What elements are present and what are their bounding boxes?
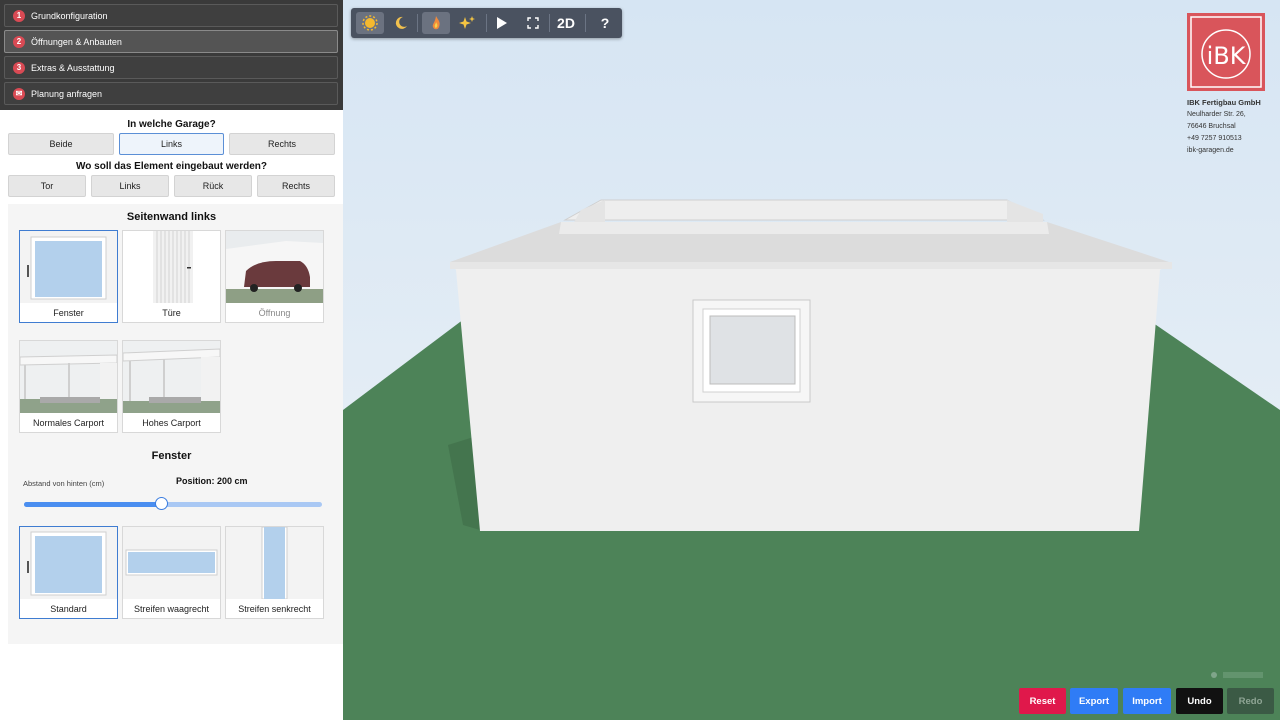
step-label: Planung anfragen bbox=[31, 88, 103, 99]
step-label: Öffnungen & Anbauten bbox=[31, 36, 122, 47]
card-label: Streifen waagrecht bbox=[133, 604, 210, 614]
element-question: Wo soll das Element eingebaut werden? bbox=[76, 161, 267, 172]
toolbar-divider bbox=[486, 14, 487, 32]
company-web[interactable]: ibk-garagen.de bbox=[1187, 147, 1234, 154]
step-number-2: 2 bbox=[13, 35, 25, 48]
step-navigation: 1 Grundkonfiguration 2 Öffnungen & Anbau… bbox=[0, 0, 343, 110]
3d-viewport[interactable] bbox=[343, 0, 1280, 720]
card-label: Öffnung bbox=[258, 308, 291, 318]
step-number-3: 3 bbox=[13, 61, 25, 74]
company-city: 76646 Bruchsal bbox=[1187, 123, 1236, 130]
element-option-tor[interactable]: Tor bbox=[8, 175, 86, 197]
moon-icon[interactable] bbox=[387, 12, 415, 34]
position-slider[interactable] bbox=[24, 497, 322, 510]
import-button[interactable]: Import bbox=[1123, 688, 1171, 714]
position-label: Position: bbox=[176, 476, 215, 486]
company-street: Neulharder Str. 26, bbox=[1187, 111, 1246, 118]
opening-van-thumb bbox=[226, 231, 323, 303]
slider-thumb[interactable] bbox=[155, 497, 169, 510]
garage-question: In welche Garage? bbox=[127, 119, 216, 130]
garage-option-rechts[interactable]: Rechts bbox=[229, 133, 335, 155]
step-grundkonfiguration[interactable]: 1 Grundkonfiguration bbox=[4, 4, 338, 27]
step-oeffnungen-anbauten[interactable]: 2 Öffnungen & Anbauten bbox=[4, 30, 338, 53]
export-button[interactable]: Export bbox=[1070, 688, 1118, 714]
element-option-rueck[interactable]: Rück bbox=[174, 175, 252, 197]
element-card-normales-carport[interactable]: Normales Carport bbox=[19, 340, 118, 433]
high-carport-thumb bbox=[123, 341, 220, 413]
element-card-hohes-carport[interactable]: Hohes Carport bbox=[122, 340, 221, 433]
position-readout: Position: 200 cm bbox=[176, 476, 248, 486]
step-number-1: 1 bbox=[13, 9, 25, 22]
window-type-streifen-senkrecht[interactable]: Streifen senkrecht bbox=[225, 526, 324, 619]
mail-icon: ✉ bbox=[13, 87, 25, 100]
element-option-links[interactable]: Links bbox=[91, 175, 169, 197]
step-planung-anfragen[interactable]: ✉ Planung anfragen bbox=[4, 82, 338, 105]
vertical-strip-thumb bbox=[226, 527, 323, 599]
step-label: Grundkonfiguration bbox=[31, 10, 108, 21]
garage-3d-scene bbox=[343, 0, 1280, 720]
redo-button[interactable]: Redo bbox=[1227, 688, 1274, 714]
sparkle-icon[interactable] bbox=[453, 12, 481, 34]
element-card-fenster[interactable]: Fenster bbox=[19, 230, 118, 323]
card-label: Normales Carport bbox=[32, 418, 105, 428]
view-toolbar: 2D ? bbox=[351, 8, 622, 38]
element-card-tuere[interactable]: Türe bbox=[122, 230, 221, 323]
standard-window-thumb bbox=[20, 527, 117, 599]
2d-view-button[interactable]: 2D bbox=[551, 12, 581, 34]
garage-option-links[interactable]: Links bbox=[119, 133, 224, 155]
door-thumb bbox=[123, 231, 220, 303]
wall-title: Seitenwand links bbox=[126, 211, 217, 223]
toolbar-divider bbox=[585, 14, 586, 32]
step-label: Extras & Ausstattung bbox=[31, 62, 115, 73]
garage-option-beide[interactable]: Beide bbox=[8, 133, 114, 155]
slider-fill bbox=[24, 502, 162, 507]
card-label: Hohes Carport bbox=[142, 418, 201, 428]
sun-icon[interactable] bbox=[356, 12, 384, 34]
toolbar-divider bbox=[549, 14, 550, 32]
window-type-standard[interactable]: Standard bbox=[19, 526, 118, 619]
fullscreen-icon[interactable] bbox=[519, 12, 547, 34]
position-value: 200 cm bbox=[217, 476, 248, 486]
help-button[interactable]: ? bbox=[591, 12, 619, 34]
svg-text:iBK: iBK bbox=[1207, 42, 1247, 70]
slider-label: Abstand von hinten (cm) bbox=[23, 479, 105, 488]
horizontal-strip-thumb bbox=[123, 527, 220, 599]
card-label: Standard bbox=[50, 604, 87, 614]
play-icon[interactable] bbox=[488, 12, 516, 34]
config-panel: 1 Grundkonfiguration 2 Öffnungen & Anbau… bbox=[0, 0, 343, 720]
element-option-rechts[interactable]: Rechts bbox=[257, 175, 335, 197]
card-label: Fenster bbox=[53, 308, 84, 318]
company-phone: +49 7257 910513 bbox=[1187, 135, 1242, 142]
reset-button[interactable]: Reset bbox=[1019, 688, 1066, 714]
window-section-title: Fenster bbox=[151, 450, 192, 462]
undo-button[interactable]: Undo bbox=[1176, 688, 1223, 714]
carport-thumb bbox=[20, 341, 117, 413]
window-thumb bbox=[20, 231, 117, 303]
card-label: Türe bbox=[162, 308, 181, 318]
window-type-streifen-waagrecht[interactable]: Streifen waagrecht bbox=[122, 526, 221, 619]
company-name: IBK Fertigbau GmbH bbox=[1187, 98, 1261, 107]
flame-icon[interactable] bbox=[422, 12, 450, 34]
element-card-oeffnung[interactable]: Öffnung bbox=[225, 230, 324, 323]
step-extras-ausstattung[interactable]: 3 Extras & Ausstattung bbox=[4, 56, 338, 79]
card-label: Streifen senkrecht bbox=[238, 604, 311, 614]
ibk-logo: iBK bbox=[1187, 13, 1265, 91]
toolbar-divider bbox=[417, 14, 418, 32]
